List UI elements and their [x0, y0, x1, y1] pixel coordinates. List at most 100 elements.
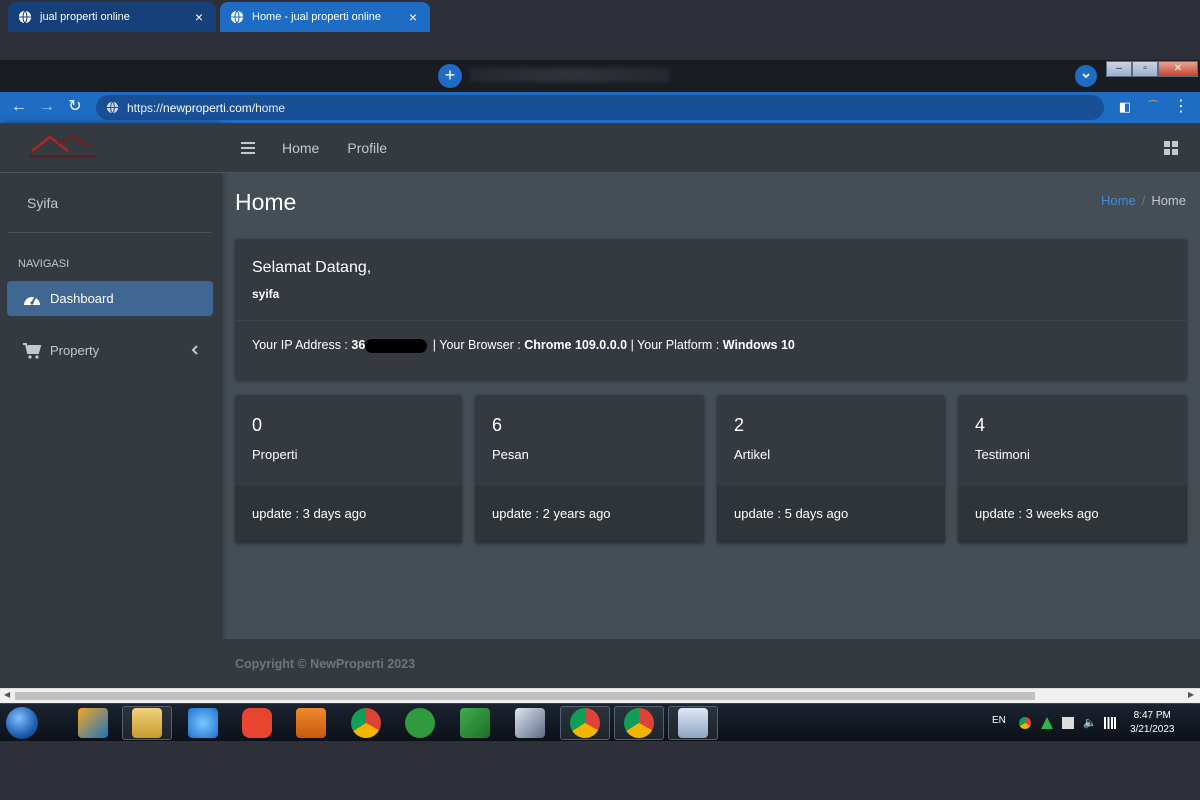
stat-card-artikel[interactable]: 2 Artikel update : 5 days ago — [717, 395, 945, 543]
horizontal-scrollbar[interactable]: ◀ ▶ — [0, 688, 1200, 703]
stat-value: 4 — [975, 415, 986, 435]
stat-update: update : 2 years ago — [475, 486, 704, 543]
browser-tab-2[interactable]: Home - jual properti online × — [220, 2, 430, 32]
url-bar[interactable]: https://newproperti.com/home — [96, 95, 1104, 120]
side-panel-icon[interactable]: ◧ — [1116, 98, 1134, 116]
window-controls: – ▫ ✕ — [1106, 61, 1198, 77]
welcome-user: syifa — [252, 287, 280, 301]
stat-label: Properti — [252, 447, 298, 462]
sidebar-item-label: Dashboard — [50, 291, 114, 306]
nav-header: NAVIGASI — [18, 258, 70, 270]
calculator-icon[interactable] — [678, 708, 708, 738]
browser-value: Chrome 109.0.0.0 — [524, 338, 628, 352]
blurred-tabs — [470, 68, 670, 82]
media-player-icon[interactable] — [296, 708, 326, 738]
stat-card-properti[interactable]: 0 Properti update : 3 days ago — [235, 395, 462, 543]
stat-value: 6 — [492, 415, 503, 435]
start-button-icon[interactable] — [6, 707, 38, 739]
chevron-left-icon — [191, 343, 199, 358]
cart-icon — [23, 342, 43, 359]
sidebar-item-dashboard[interactable]: Dashboard — [7, 281, 213, 316]
globe-icon — [18, 10, 32, 24]
new-tab-button[interactable]: + — [438, 64, 462, 88]
scroll-right-icon[interactable]: ▶ — [1188, 690, 1194, 699]
user-name: Syifa — [27, 194, 59, 211]
minimize-button[interactable]: – — [1106, 61, 1132, 77]
content-header: Home Home / Home — [220, 173, 1200, 235]
app-icon-wolf[interactable] — [515, 708, 545, 738]
chrome-icon[interactable] — [351, 708, 381, 738]
flag-tray-icon[interactable] — [1062, 717, 1074, 729]
internet-explorer-icon[interactable] — [188, 708, 218, 738]
clock-time: 8:47 PM — [1133, 710, 1171, 721]
scrollbar-thumb[interactable] — [15, 692, 1035, 700]
copyright-text: Copyright © NewProperti 2023 — [235, 657, 416, 671]
page-footer: Copyright © NewProperti 2023 — [220, 639, 1200, 688]
fullscreen-grid-icon[interactable] — [1164, 141, 1178, 155]
top-navbar: Home Profile — [220, 123, 1200, 173]
ip-address-value: 36 — [351, 338, 366, 352]
tab-close-icon[interactable]: × — [406, 9, 420, 25]
coreldraw-icon[interactable] — [460, 708, 490, 738]
platform-value: Windows 10 — [722, 338, 795, 352]
tab-search-button[interactable] — [1075, 65, 1097, 87]
globe-icon — [230, 10, 244, 24]
client-info-line: Your IP Address : 36 | Your Browser : Ch… — [252, 338, 795, 353]
welcome-card: Selamat Datang, syifa Your IP Address : … — [235, 239, 1187, 380]
folder-icon[interactable] — [132, 708, 162, 738]
screen-recorder-icon[interactable] — [242, 708, 272, 738]
brand-logo[interactable] — [0, 123, 220, 173]
stat-card-pesan[interactable]: 6 Pesan update : 2 years ago — [475, 395, 704, 543]
close-window-button[interactable]: ✕ — [1158, 61, 1198, 77]
sidebar-user[interactable]: Syifa — [8, 173, 212, 233]
sidebar: Syifa NAVIGASI Dashboard Property — [0, 123, 220, 688]
windows-taskbar: EN 🔈 8:47 PM 3/21/2023 — [0, 703, 1200, 741]
chrome-icon[interactable] — [570, 708, 600, 738]
page-title: Home — [235, 189, 297, 215]
maximize-button[interactable]: ▫ — [1132, 61, 1158, 77]
tachometer-icon — [23, 291, 43, 307]
stat-label: Artikel — [734, 447, 771, 462]
network-signal-icon[interactable] — [1104, 717, 1116, 729]
stat-label: Testimoni — [975, 447, 1030, 462]
owl-app-icon[interactable] — [405, 708, 435, 738]
tab-title: jual properti online — [40, 11, 130, 23]
tab-title: Home - jual properti online — [252, 11, 382, 23]
url-text: https://newproperti.com/home — [127, 100, 286, 115]
reload-icon[interactable]: ↻ — [66, 98, 84, 116]
card-divider — [235, 320, 1187, 321]
extension-icon[interactable]: ⁀ — [1144, 98, 1162, 116]
breadcrumb-current: Home — [1151, 193, 1186, 208]
topnav-link-home[interactable]: Home — [282, 140, 319, 156]
stat-card-testimoni[interactable]: 4 Testimoni update : 3 weeks ago — [958, 395, 1187, 543]
hamburger-menu-icon[interactable] — [241, 141, 255, 154]
stat-update: update : 3 weeks ago — [958, 486, 1187, 543]
topnav-link-profile[interactable]: Profile — [347, 140, 387, 156]
site-info-icon — [106, 101, 119, 114]
clock-date: 3/21/2023 — [1130, 724, 1175, 735]
app-icon-1[interactable] — [78, 708, 108, 738]
back-icon[interactable]: ← — [10, 98, 28, 116]
welcome-title: Selamat Datang, — [252, 259, 372, 276]
stat-update: update : 5 days ago — [717, 486, 945, 543]
language-indicator[interactable]: EN — [992, 715, 1006, 726]
chrome-tray-icon[interactable] — [1019, 717, 1031, 729]
menu-kebab-icon[interactable]: ⋮ — [1172, 98, 1190, 116]
browser-tab-1[interactable]: jual properti online × — [8, 2, 216, 32]
drive-tray-icon[interactable] — [1041, 717, 1053, 729]
chevron-down-icon — [1082, 73, 1090, 79]
breadcrumb-link-home[interactable]: Home — [1101, 193, 1136, 208]
tab-close-icon[interactable]: × — [192, 9, 206, 25]
stat-update: update : 3 days ago — [235, 486, 462, 543]
logo-icon — [30, 135, 96, 158]
system-clock[interactable]: 8:47 PM 3/21/2023 — [1130, 709, 1175, 737]
breadcrumb: Home / Home — [1101, 193, 1186, 208]
sidebar-item-property[interactable]: Property — [7, 333, 213, 368]
chrome-icon[interactable] — [624, 708, 654, 738]
scroll-left-icon[interactable]: ◀ — [4, 690, 10, 699]
redaction-mark — [365, 338, 428, 353]
stat-value: 2 — [734, 415, 745, 435]
app-root: Syifa NAVIGASI Dashboard Property Home P… — [0, 123, 1200, 688]
forward-icon[interactable]: → — [38, 98, 56, 116]
volume-icon[interactable]: 🔈 — [1083, 717, 1097, 729]
